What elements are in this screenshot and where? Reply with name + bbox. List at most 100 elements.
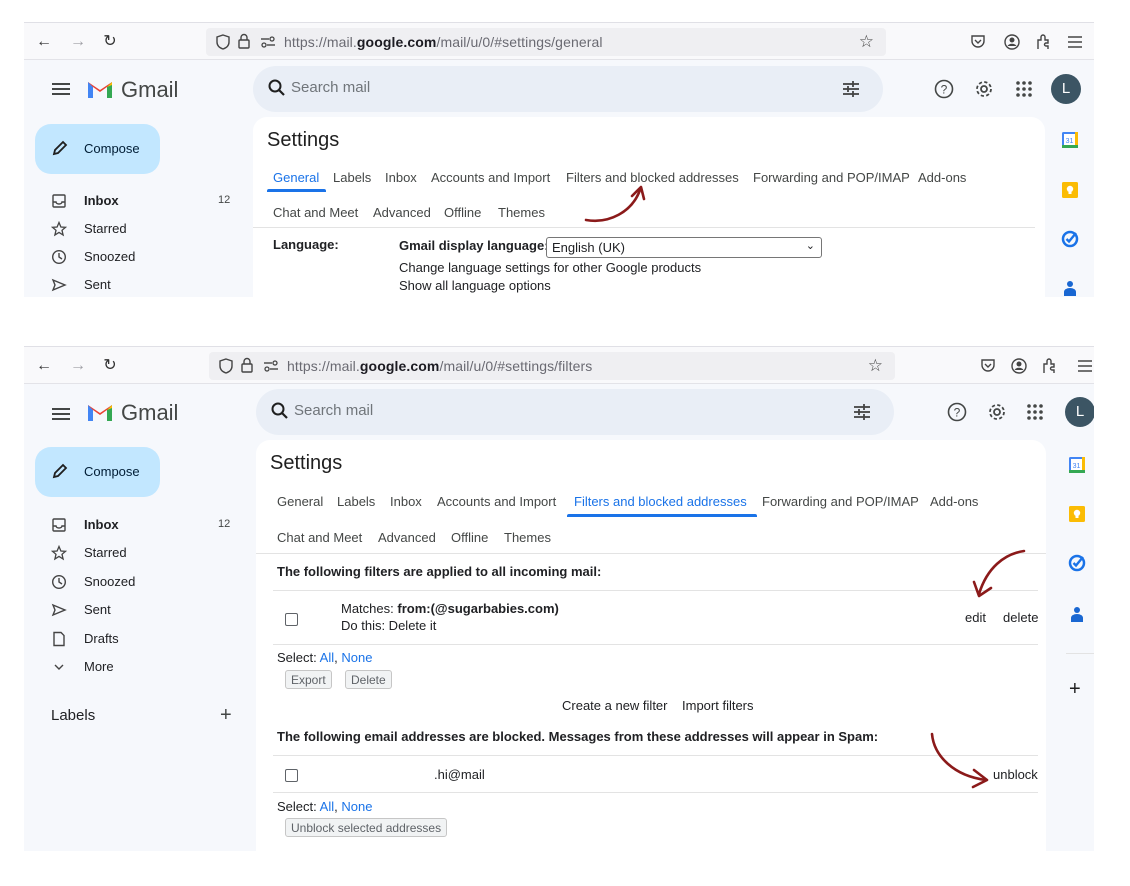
calendar-icon[interactable]: 31 [1068,456,1086,474]
keep-icon[interactable] [1068,505,1086,523]
back-button[interactable]: ← [34,32,54,52]
sidebar-item-sent[interactable]: Sent [24,596,234,624]
main-menu-icon[interactable] [52,405,70,423]
reload-button[interactable]: ↻ [100,356,120,376]
chevron-down-icon [54,664,64,670]
search-icon[interactable] [270,401,290,421]
tab-chat-and-meet[interactable]: Chat and Meet [273,205,358,220]
select-all-link[interactable]: All [320,799,334,814]
tasks-icon[interactable] [1068,554,1086,572]
search-bar[interactable]: Search mail [253,66,883,112]
sidebar-item-sent[interactable]: Sent [24,271,234,297]
select-all-link[interactable]: All [320,650,334,665]
tab-offline[interactable]: Offline [451,530,488,545]
tab-themes[interactable]: Themes [498,205,545,220]
sidebar-item-starred[interactable]: Starred [24,539,234,567]
search-options-icon[interactable] [841,79,861,99]
delete-filter-link[interactable]: delete [1003,610,1038,625]
blocked-address-checkbox[interactable] [285,769,298,782]
sidebar-item-starred[interactable]: Starred [24,215,234,243]
page-title: Settings [270,452,343,474]
keep-icon[interactable] [1061,181,1079,199]
tab-labels[interactable]: Labels [333,170,371,185]
settings-gear-icon[interactable] [973,78,995,100]
tab-forwarding-and-pop-imap[interactable]: Forwarding and POP/IMAP [753,170,910,185]
contacts-icon[interactable] [1061,279,1079,297]
tab-chat-and-meet[interactable]: Chat and Meet [277,530,362,545]
display-language-select[interactable]: English (UK) ⌄ [546,237,822,258]
get-add-ons-button[interactable]: + [1069,678,1081,701]
delete-button[interactable]: Delete [345,670,392,689]
account-icon[interactable] [1003,33,1021,51]
forward-button[interactable]: → [68,356,88,376]
sidebar-item-more[interactable]: More [24,653,234,681]
search-options-icon[interactable] [852,402,872,422]
bookmark-star-icon[interactable]: ☆ [868,356,883,376]
tab-general[interactable]: General [277,494,323,509]
back-button[interactable]: ← [34,356,54,376]
settings-gear-icon[interactable] [986,401,1008,423]
pocket-icon[interactable] [969,33,987,51]
tab-filters-and-blocked-addresses[interactable]: Filters and blocked addresses [566,170,739,185]
extensions-icon[interactable] [1035,33,1053,51]
tab-filters-and-blocked-addresses[interactable]: Filters and blocked addresses [574,494,747,509]
compose-button[interactable]: Compose [35,124,160,174]
account-avatar[interactable]: L [1065,397,1094,427]
extensions-icon[interactable] [1041,357,1059,375]
sidebar-item-snoozed[interactable]: Snoozed [24,243,234,271]
show-all-languages-link[interactable]: Show all language options [399,278,551,293]
import-filters-link[interactable]: Import filters [682,698,754,713]
forward-button[interactable]: → [68,32,88,52]
select-none-link[interactable]: None [341,799,372,814]
tab-themes[interactable]: Themes [504,530,551,545]
tab-advanced[interactable]: Advanced [373,205,431,220]
create-label-button[interactable]: + [220,704,232,727]
tab-add-ons[interactable]: Add-ons [918,170,966,185]
sidebar-item-inbox[interactable]: Inbox 12 [24,187,234,215]
unblock-selected-button[interactable]: Unblock selected addresses [285,818,448,837]
tab-forwarding-and-pop-imap[interactable]: Forwarding and POP/IMAP [762,494,919,509]
unread-count: 12 [218,194,231,206]
filter-checkbox[interactable] [285,613,298,626]
tab-inbox[interactable]: Inbox [390,494,422,509]
rail-divider [1066,653,1094,654]
account-avatar[interactable]: L [1051,74,1081,104]
calendar-icon[interactable]: 31 [1061,131,1079,149]
help-icon[interactable]: ? [933,78,955,100]
tab-accounts-and-import[interactable]: Accounts and Import [437,494,556,509]
change-language-link[interactable]: Change language settings for other Googl… [399,260,701,275]
url-bar[interactable]: https://mail.google.com/mail/u/0/#settin… [209,352,895,380]
tab-inbox[interactable]: Inbox [385,170,417,185]
sidebar-item-snoozed[interactable]: Snoozed [24,568,234,596]
tab-advanced[interactable]: Advanced [378,530,436,545]
help-icon[interactable]: ? [946,401,968,423]
unblock-link[interactable]: unblock [993,767,1038,782]
main-menu-icon[interactable] [52,80,70,98]
tasks-icon[interactable] [1061,230,1079,248]
account-icon[interactable] [1010,357,1028,375]
edit-filter-link[interactable]: edit [965,610,986,625]
search-icon[interactable] [267,78,287,98]
app-menu-icon[interactable] [1076,357,1094,375]
compose-button[interactable]: Compose [35,447,160,497]
pocket-icon[interactable] [979,357,997,375]
active-tab-indicator [267,189,326,192]
bookmark-star-icon[interactable]: ☆ [859,32,874,52]
search-bar[interactable]: Search mail [256,389,894,435]
sidebar-item-inbox[interactable]: Inbox 12 [24,511,234,539]
tab-general[interactable]: General [273,170,319,185]
create-filter-link[interactable]: Create a new filter [562,698,668,713]
google-apps-icon[interactable] [1024,401,1046,423]
export-button[interactable]: Export [285,670,332,689]
contacts-icon[interactable] [1068,605,1086,623]
reload-button[interactable]: ↻ [100,32,120,52]
sidebar-item-drafts[interactable]: Drafts [24,625,234,653]
tab-add-ons[interactable]: Add-ons [930,494,978,509]
select-none-link[interactable]: None [341,650,372,665]
url-bar[interactable]: https://mail.google.com/mail/u/0/#settin… [206,28,886,56]
tab-offline[interactable]: Offline [444,205,481,220]
tab-labels[interactable]: Labels [337,494,375,509]
google-apps-icon[interactable] [1013,78,1035,100]
tab-accounts-and-import[interactable]: Accounts and Import [431,170,550,185]
app-menu-icon[interactable] [1066,33,1084,51]
